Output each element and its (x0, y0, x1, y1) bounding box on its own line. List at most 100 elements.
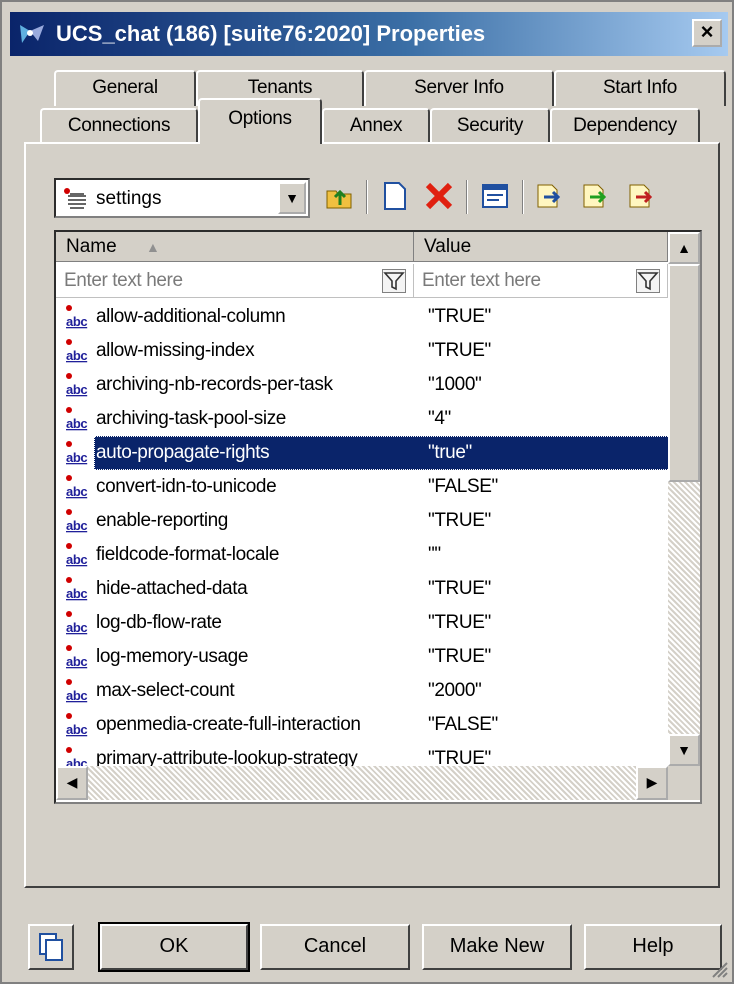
options-grid[interactable]: Name ▲ Value Enter text here Enter text … (54, 230, 702, 804)
tab-general[interactable]: General (54, 70, 196, 106)
tab-server-info[interactable]: Server Info (364, 70, 554, 106)
table-row[interactable]: abc allow-missing-index "TRUE" (56, 334, 668, 368)
table-row[interactable]: abc hide-attached-data "TRUE" (56, 572, 668, 606)
value-filter-input[interactable]: Enter text here (414, 264, 668, 298)
sort-ascending-icon: ▲ (146, 239, 160, 255)
scroll-left-button[interactable]: ◀ (56, 766, 88, 800)
string-option-icon: abc (64, 302, 94, 332)
make-new-button[interactable]: Make New (422, 924, 572, 970)
table-row[interactable]: abc convert-idn-to-unicode "FALSE" (56, 470, 668, 504)
option-value: "FALSE" (428, 476, 498, 497)
new-button[interactable] (378, 178, 412, 214)
cancel-button[interactable]: Cancel (260, 924, 410, 970)
chevron-down-icon[interactable]: ▼ (278, 182, 306, 214)
option-name: allow-missing-index (96, 340, 255, 361)
option-name: enable-reporting (96, 510, 228, 531)
ok-button[interactable]: OK (98, 922, 250, 972)
string-option-icon: abc (64, 472, 94, 502)
table-row[interactable]: abc log-memory-usage "TRUE" (56, 640, 668, 674)
option-value: "FALSE" (428, 714, 498, 735)
table-row[interactable]: abc log-db-flow-rate "TRUE" (56, 606, 668, 640)
svg-text:abc: abc (66, 484, 87, 499)
vertical-scrollbar[interactable]: ▲ ▼ (668, 232, 700, 766)
table-row[interactable]: abc openmedia-create-full-interaction "FAL… (56, 708, 668, 742)
table-row[interactable]: abc archiving-nb-records-per-task "1000" (56, 368, 668, 402)
name-filter-input[interactable]: Enter text here (56, 264, 414, 298)
copy-icon (39, 933, 63, 961)
column-header-value[interactable]: Value (414, 232, 668, 262)
option-name: log-memory-usage (96, 646, 248, 667)
column-header-name-label: Name (66, 236, 117, 257)
application-icon (18, 21, 46, 47)
option-name: auto-propagate-rights (96, 442, 270, 463)
copy-button[interactable] (28, 924, 74, 970)
settings-section-icon (62, 186, 90, 212)
toolbar-separator (522, 180, 524, 214)
toolbar-separator (366, 180, 368, 214)
option-value: "" (428, 544, 441, 565)
title-bar[interactable]: UCS_chat (186) [suite76:2020] Properties… (10, 12, 728, 56)
scroll-down-button[interactable]: ▼ (668, 734, 700, 766)
string-option-icon: abc (64, 608, 94, 638)
option-value: "true" (428, 442, 472, 463)
export-button[interactable] (578, 178, 612, 214)
option-name: fieldcode-format-locale (96, 544, 279, 565)
table-row[interactable]: abc fieldcode-format-locale "" (56, 538, 668, 572)
properties-button[interactable] (478, 178, 512, 214)
option-value: "TRUE" (428, 612, 491, 633)
export-icon (583, 184, 607, 208)
option-value: "2000" (428, 680, 482, 701)
section-selector[interactable]: settings ▼ (54, 178, 310, 218)
scroll-up-button[interactable]: ▲ (668, 232, 700, 264)
folder-up-icon (326, 189, 352, 209)
svg-text:abc: abc (66, 518, 87, 533)
tab-dependency[interactable]: Dependency (550, 108, 700, 144)
compare-icon (629, 184, 653, 208)
option-value: "TRUE" (428, 578, 491, 599)
string-option-icon: abc (64, 370, 94, 400)
option-value: "1000" (428, 374, 482, 395)
string-option-icon: abc (64, 540, 94, 570)
scroll-right-button[interactable]: ▶ (636, 766, 668, 800)
option-name: archiving-nb-records-per-task (96, 374, 333, 395)
scrollbar-corner (668, 766, 700, 800)
import-button[interactable] (532, 178, 566, 214)
svg-text:abc: abc (66, 450, 87, 465)
string-option-icon: abc (64, 642, 94, 672)
up-level-button[interactable] (322, 178, 356, 214)
column-header-name[interactable]: Name ▲ (56, 232, 414, 262)
string-option-icon: abc (64, 336, 94, 366)
string-option-icon: abc (64, 710, 94, 740)
svg-text:abc: abc (66, 620, 87, 635)
table-row[interactable]: abc auto-propagate-rights "true" (56, 436, 670, 470)
close-button[interactable]: × (692, 19, 722, 47)
option-name: log-db-flow-rate (96, 612, 222, 633)
table-row[interactable]: abc max-select-count "2000" (56, 674, 668, 708)
properties-dialog: UCS_chat (186) [suite76:2020] Properties… (0, 0, 734, 984)
help-button[interactable]: Help (584, 924, 722, 970)
window-title: UCS_chat (186) [suite76:2020] Properties (56, 21, 486, 46)
tab-start-info[interactable]: Start Info (554, 70, 726, 106)
string-option-icon: abc (64, 574, 94, 604)
tab-security[interactable]: Security (430, 108, 550, 144)
option-name: allow-additional-column (96, 306, 286, 327)
table-row[interactable]: abc archiving-task-pool-size "4" (56, 402, 668, 436)
svg-text:abc: abc (66, 416, 87, 431)
filter-icon[interactable] (382, 269, 406, 293)
tab-connections[interactable]: Connections (40, 108, 198, 144)
svg-text:abc: abc (66, 586, 87, 601)
horizontal-scrollbar[interactable]: ◀ ▶ (56, 766, 668, 800)
option-name: convert-idn-to-unicode (96, 476, 277, 497)
resize-grip-icon[interactable] (708, 958, 728, 978)
option-name: archiving-task-pool-size (96, 408, 286, 429)
delete-button[interactable] (422, 178, 456, 214)
tab-annex[interactable]: Annex (322, 108, 430, 144)
tab-options[interactable]: Options (198, 98, 322, 144)
compare-button[interactable] (624, 178, 658, 214)
table-row[interactable]: abc allow-additional-column "TRUE" (56, 300, 668, 334)
vertical-scroll-thumb[interactable] (668, 264, 700, 482)
filter-icon[interactable] (636, 269, 660, 293)
table-row[interactable]: abc enable-reporting "TRUE" (56, 504, 668, 538)
toolbar-separator (466, 180, 468, 214)
option-value: "4" (428, 408, 451, 429)
